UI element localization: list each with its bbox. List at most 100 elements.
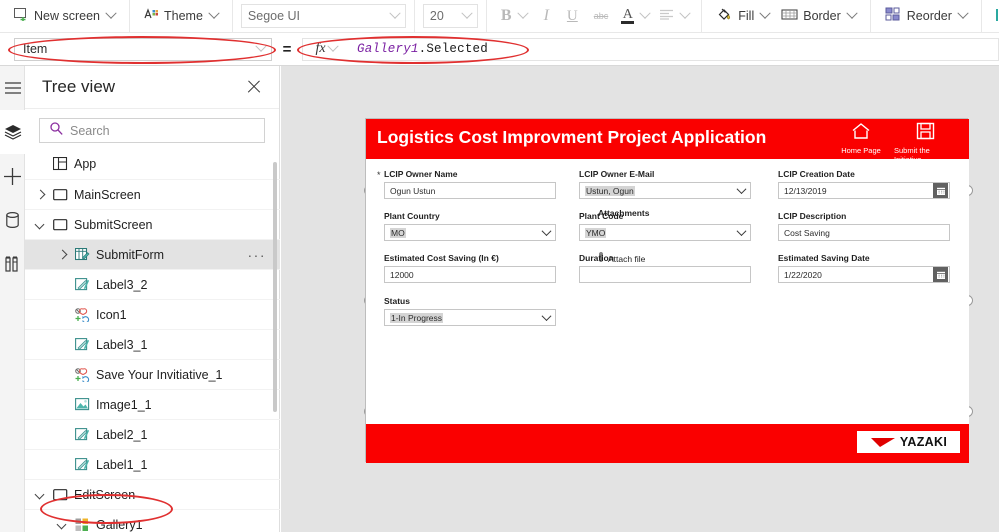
no-arrow-spacer <box>57 309 68 320</box>
field-date-input[interactable]: 1/22/2020 <box>778 266 950 283</box>
chevron-down-icon[interactable] <box>541 226 552 237</box>
chevron-right-icon[interactable] <box>35 189 46 200</box>
tree-item-label3-1[interactable]: Label3_1 <box>25 329 280 359</box>
tree-item-label3-2[interactable]: Label3_2 <box>25 269 280 299</box>
field-text-input[interactable] <box>579 266 751 283</box>
underline-button[interactable]: U <box>560 3 585 29</box>
font-size-select[interactable]: 20 <box>422 4 478 28</box>
chevron-down-icon[interactable] <box>957 7 969 19</box>
tree-item-submitscreen[interactable]: SubmitScreen <box>25 209 280 239</box>
gallery-icon <box>74 517 90 532</box>
form-field-status: Status 1-In Progress <box>384 296 556 326</box>
tree-item-editscreen[interactable]: EditScreen <box>25 479 280 509</box>
strikethrough-button[interactable]: abc <box>587 3 616 29</box>
chevron-down-icon[interactable] <box>255 40 267 52</box>
equals-sign: = <box>282 40 292 58</box>
field-label: LCIP Owner Name <box>384 169 458 179</box>
chevron-down-icon[interactable] <box>461 7 473 19</box>
hamburger-menu-icon[interactable] <box>0 66 25 110</box>
form-field-lcip-owner-name: * LCIP Owner Name Ogun Ustun <box>377 169 556 199</box>
no-arrow-spacer <box>57 399 68 410</box>
font-family-select[interactable]: Segoe UI <box>240 4 406 28</box>
chevron-down-icon[interactable] <box>639 7 651 19</box>
chevron-down-icon[interactable] <box>541 311 552 322</box>
toolbar-group-font-size: 20 <box>415 0 487 33</box>
tree-item-app[interactable]: App <box>25 149 280 179</box>
tree-item-gallery1[interactable]: Gallery1 <box>25 509 280 532</box>
chevron-down-icon[interactable] <box>736 226 747 237</box>
chevron-down-icon[interactable] <box>105 7 117 19</box>
border-button[interactable]: Border <box>775 3 862 29</box>
chevron-down-icon[interactable] <box>35 489 46 500</box>
tree-item-label: Image1_1 <box>96 397 152 412</box>
tree-item-label: SubmitForm <box>96 247 165 262</box>
bold-button[interactable]: B <box>495 3 533 29</box>
new-screen-icon <box>14 8 29 24</box>
submit-initiative-button[interactable]: Submit the Initiative <box>894 122 956 164</box>
font-color-icon: A <box>621 7 635 24</box>
chevron-down-icon[interactable] <box>208 7 220 19</box>
field-text-input[interactable]: Cost Saving <box>778 224 950 241</box>
data-icon[interactable] <box>0 198 25 242</box>
tree-view-header: Tree view <box>25 66 279 109</box>
tree-item-label: Gallery1 <box>96 517 143 532</box>
tree-item-image1-1[interactable]: Image1_1 <box>25 389 280 419</box>
no-arrow-spacer <box>57 429 68 440</box>
chevron-down-icon[interactable] <box>57 519 68 530</box>
chevron-right-icon[interactable] <box>57 249 68 260</box>
tree-item-label1-1[interactable]: Label1_1 <box>25 449 280 479</box>
field-dropdown[interactable]: 1-In Progress <box>384 309 556 326</box>
toolbar-group-text-format: B I U abc A <box>487 0 703 33</box>
field-text-input[interactable]: Ogun Ustun <box>384 182 556 199</box>
font-color-button[interactable]: A <box>617 3 653 29</box>
field-label: Status <box>384 296 410 306</box>
calendar-icon[interactable] <box>933 183 948 198</box>
italic-button[interactable]: I <box>535 3 558 29</box>
field-value: 12000 <box>390 269 414 280</box>
tree-scrollbar[interactable] <box>273 162 277 412</box>
field-value: 12/13/2019 <box>784 185 827 196</box>
field-date-input[interactable]: 12/13/2019 <box>778 182 950 199</box>
align-button[interactable]: Alig <box>990 3 999 29</box>
field-dropdown[interactable]: MO <box>384 224 556 241</box>
field-dropdown[interactable]: YMO <box>579 224 751 241</box>
property-select[interactable]: Item <box>14 37 272 61</box>
formula-input[interactable]: Gallery1 .Selected <box>349 37 999 61</box>
tree-item-label2-1[interactable]: Label2_1 <box>25 419 280 449</box>
fx-button[interactable]: fx <box>302 37 349 61</box>
close-icon[interactable] <box>245 78 263 96</box>
field-text-input[interactable]: 12000 <box>384 266 556 283</box>
insert-icon[interactable] <box>0 154 25 198</box>
media-icon[interactable] <box>0 242 25 286</box>
tree-item-label: Label1_1 <box>96 457 148 472</box>
chevron-down-icon[interactable] <box>389 7 401 19</box>
app-footer: YAZAKI <box>366 424 969 463</box>
new-screen-button[interactable]: New screen <box>8 3 121 29</box>
tree-item-mainscreen[interactable]: MainScreen <box>25 179 280 209</box>
chevron-down-icon[interactable] <box>35 219 46 230</box>
tree-item-icon1[interactable]: Icon1 <box>25 299 280 329</box>
calendar-icon[interactable] <box>933 267 948 282</box>
tree-item-more-options[interactable]: ··· <box>248 247 267 263</box>
chevron-down-icon[interactable] <box>679 7 691 19</box>
chevron-down-icon[interactable] <box>846 7 858 19</box>
field-dropdown[interactable]: Ustun, Ogun <box>579 182 751 199</box>
home-page-button[interactable]: Home Page <box>830 122 892 155</box>
chevron-down-icon[interactable] <box>326 40 339 52</box>
theme-button[interactable]: Theme <box>138 3 224 29</box>
tree-item-submitform[interactable]: SubmitForm ··· <box>25 239 280 269</box>
text-align-button[interactable] <box>655 3 693 29</box>
fill-button[interactable]: Fill <box>710 3 775 29</box>
chevron-down-icon[interactable] <box>516 7 529 19</box>
tree-view-icon[interactable] <box>0 110 25 154</box>
tree-item-save-your-invitiative-1[interactable]: Save Your Invitiative_1 <box>25 359 280 389</box>
required-asterisk: * <box>377 170 381 180</box>
chevron-down-icon[interactable] <box>736 184 747 195</box>
tree-item-label: Icon1 <box>96 307 127 322</box>
reorder-button[interactable]: Reorder <box>879 3 973 29</box>
theme-label: Theme <box>164 9 203 23</box>
align-text-icon <box>659 9 674 23</box>
search-input[interactable]: Search <box>39 118 265 143</box>
chevron-down-icon[interactable] <box>759 7 771 19</box>
app-header: Logistics Cost Improvment Project Applic… <box>366 119 969 164</box>
